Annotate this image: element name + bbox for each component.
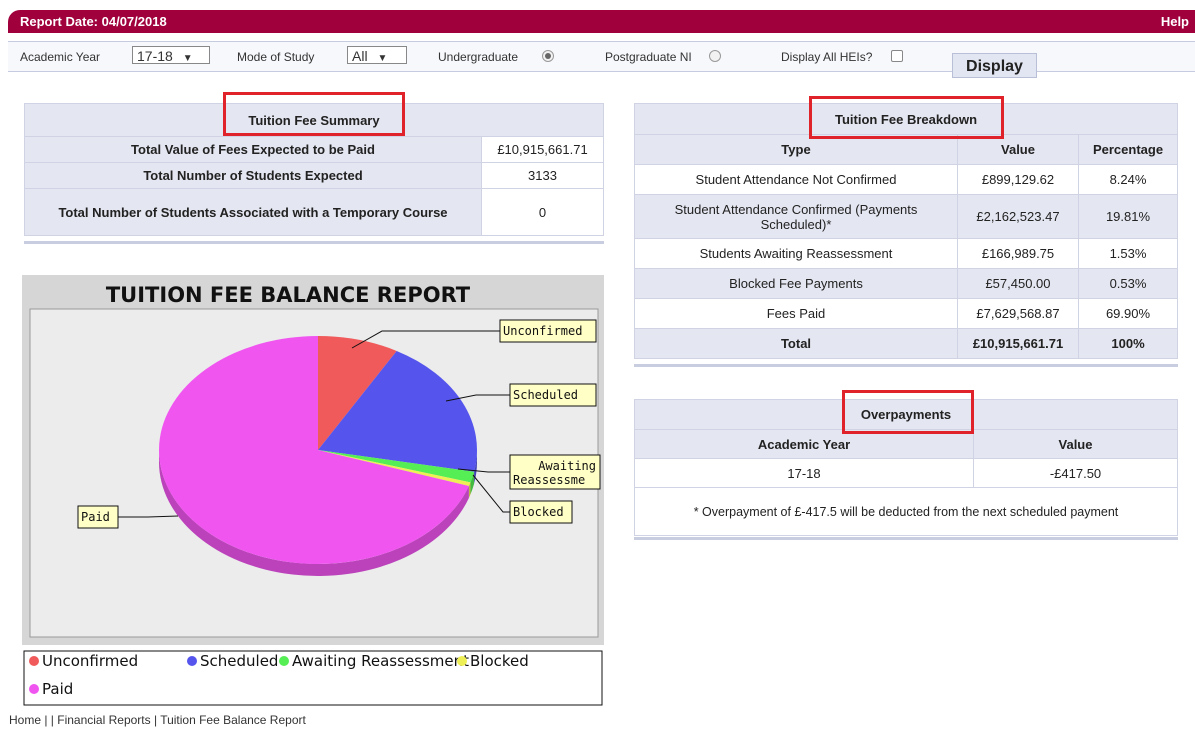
legend-swatch <box>457 656 467 666</box>
breadcrumb: Home | | Financial Reports | Tuition Fee… <box>9 713 306 727</box>
breakdown-type: Blocked Fee Payments <box>634 268 958 299</box>
highlight-box <box>223 92 405 136</box>
undergraduate-label: Undergraduate <box>438 50 519 64</box>
academic-year-label: Academic Year <box>20 50 101 64</box>
academic-year-value: 17-18 <box>137 48 173 64</box>
callout-unconfirmed-text: Unconfirmed <box>503 324 582 338</box>
summary-value: 3133 <box>481 162 604 189</box>
breakdown-value: £57,450.00 <box>957 268 1079 299</box>
legend-swatch <box>187 656 197 666</box>
breakdown-value: £7,629,568.87 <box>957 298 1079 329</box>
mode-of-study-value: All <box>352 48 368 64</box>
overpayment-year: 17-18 <box>634 458 974 488</box>
summary-value: £10,915,661.71 <box>481 136 604 163</box>
breakdown-percent: 1.53% <box>1078 238 1178 269</box>
breakdown-value: £2,162,523.47 <box>957 194 1079 239</box>
legend-label: Paid <box>42 680 73 698</box>
column-header: Value <box>957 134 1079 165</box>
report-date: Report Date: 04/07/2018 <box>20 14 167 29</box>
summary-label: Total Value of Fees Expected to be Paid <box>24 136 482 163</box>
tuition-fee-breakdown-table: Tuition Fee Breakdown Type Value Percent… <box>634 103 1178 359</box>
breakdown-percent: 19.81% <box>1078 194 1178 239</box>
column-header: Percentage <box>1078 134 1178 165</box>
column-header: Value <box>973 429 1178 459</box>
breakdown-percent: 69.90% <box>1078 298 1178 329</box>
legend-item-unconfirmed: Unconfirmed <box>29 652 138 670</box>
breakdown-percent: 8.24% <box>1078 164 1178 195</box>
legend-item-scheduled: Scheduled <box>187 652 278 670</box>
postgraduate-label: Postgraduate NI <box>605 50 692 64</box>
callout-awaiting-reassessment-text: Reassessme <box>513 473 585 487</box>
callout-scheduled-text: Scheduled <box>513 388 578 402</box>
breakdown-percent: 0.53% <box>1078 268 1178 299</box>
chart-title: TUITION FEE BALANCE REPORT <box>106 283 471 307</box>
academic-year-select[interactable]: 17-18 ▼ <box>132 46 210 64</box>
summary-value: 0 <box>481 188 604 236</box>
legend-label: Scheduled <box>200 652 278 670</box>
overpayment-note: * Overpayment of £-417.5 will be deducte… <box>634 487 1178 536</box>
breakdown-total-label: Total <box>634 328 958 359</box>
pie-group <box>158 336 477 576</box>
breakdown-type: Fees Paid <box>634 298 958 329</box>
pie-chart-svg: TUITION FEE BALANCE REPORT Unconfirmed Sc… <box>22 275 604 706</box>
display-all-label: Display All HEIs? <box>781 50 873 64</box>
breakdown-type: Student Attendance Confirmed (Payments S… <box>634 194 958 239</box>
legend-label: Blocked <box>470 652 529 670</box>
breakdown-value: £899,129.62 <box>957 164 1079 195</box>
table-shadow <box>634 364 1178 367</box>
legend-swatch <box>279 656 289 666</box>
chevron-down-icon: ▼ <box>182 53 193 64</box>
callout-blocked-text: Blocked <box>513 505 564 519</box>
display-all-checkbox[interactable] <box>891 50 903 62</box>
legend-label: Unconfirmed <box>42 652 138 670</box>
breakdown-type: Students Awaiting Reassessment <box>634 238 958 269</box>
overpayment-value: -£417.50 <box>973 458 1178 488</box>
mode-of-study-select[interactable]: All ▼ <box>347 46 407 64</box>
breakdown-type: Student Attendance Not Confirmed <box>634 164 958 195</box>
legend-swatch <box>29 656 39 666</box>
table-shadow <box>24 241 604 244</box>
tuition-fee-balance-chart: TUITION FEE BALANCE REPORT Unconfirmed Sc… <box>22 275 604 707</box>
breakdown-total-percent: 100% <box>1078 328 1178 359</box>
callout-paid-text: Paid <box>81 510 110 524</box>
summary-label: Total Number of Students Expected <box>24 162 482 189</box>
report-header-bar: Report Date: 04/07/2018 Help <box>8 10 1195 33</box>
postgraduate-radio[interactable] <box>709 50 721 62</box>
legend-item-awaiting-reassessment: Awaiting Reassessment <box>279 652 469 670</box>
chevron-down-icon: ▼ <box>377 53 388 64</box>
highlight-box <box>809 96 1004 139</box>
callout-awaiting-reassessment-text: Awaiting <box>538 459 596 473</box>
mode-of-study-label: Mode of Study <box>237 50 315 64</box>
breakdown-total-value: £10,915,661.71 <box>957 328 1079 359</box>
table-shadow <box>634 537 1178 540</box>
column-header: Type <box>634 134 958 165</box>
highlight-box <box>842 390 974 434</box>
legend-swatch <box>29 684 39 694</box>
display-button[interactable]: Display <box>952 53 1037 78</box>
summary-label: Total Number of Students Associated with… <box>24 188 482 236</box>
help-link[interactable]: Help <box>1161 14 1189 29</box>
undergraduate-radio[interactable] <box>542 50 554 62</box>
legend-label: Awaiting Reassessment <box>292 652 469 670</box>
breakdown-value: £166,989.75 <box>957 238 1079 269</box>
